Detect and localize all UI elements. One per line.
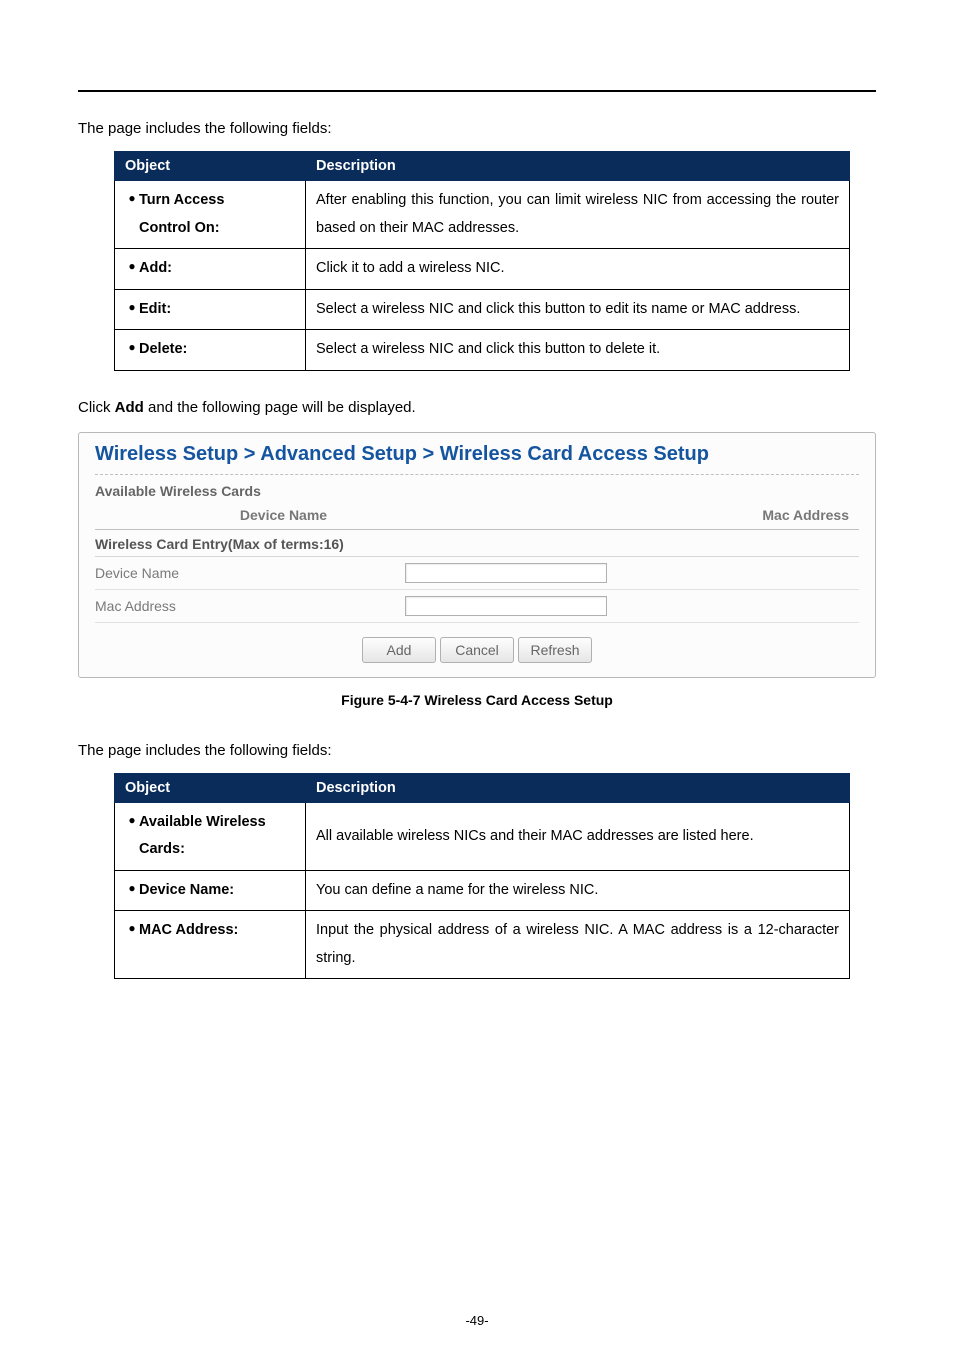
obj-label: Cards: [139, 836, 185, 864]
available-cards-title: Available Wireless Cards [95, 481, 859, 503]
table-row: ●Available Wireless Cards: All available… [115, 802, 850, 870]
th-description-1: Description [306, 152, 850, 181]
bullet-icon: ● [125, 296, 139, 314]
refresh-button[interactable]: Refresh [518, 637, 592, 663]
obj-label: Edit: [139, 296, 171, 324]
cancel-button[interactable]: Cancel [440, 637, 514, 663]
click-add-text: Click Add and the following page will be… [78, 399, 876, 416]
obj-label: Turn Access [139, 187, 224, 215]
table-row: ●MAC Address: Input the physical address… [115, 911, 850, 979]
fields-table-1: Object Description ●Turn Access Control … [114, 151, 850, 371]
bullet-icon: ● [125, 255, 139, 273]
th-object-1: Object [115, 152, 306, 181]
fields-table-2: Object Description ●Available Wireless C… [114, 773, 850, 980]
obj-desc: Input the physical address of a wireless… [306, 911, 850, 979]
device-name-label: Device Name [95, 565, 405, 581]
bullet-icon: ● [125, 809, 139, 827]
intro-text-2: The page includes the following fields: [78, 742, 876, 759]
obj-desc: Click it to add a wireless NIC. [306, 249, 850, 290]
obj-label: Device Name: [139, 877, 234, 905]
device-name-input[interactable] [405, 563, 607, 583]
breadcrumb: Wireless Setup > Advanced Setup > Wirele… [95, 443, 859, 475]
mac-address-label: Mac Address [95, 598, 405, 614]
table-row: ●Turn Access Control On: After enabling … [115, 181, 850, 249]
page-number: -49- [0, 1313, 954, 1328]
mac-address-input[interactable] [405, 596, 607, 616]
obj-desc: After enabling this function, you can li… [306, 181, 850, 249]
horizontal-rule [78, 90, 876, 92]
obj-desc: All available wireless NICs and their MA… [306, 802, 850, 870]
column-device-name: Device Name [95, 507, 472, 523]
table-row: ●Add: Click it to add a wireless NIC. [115, 249, 850, 290]
table-row: ●Edit: Select a wireless NIC and click t… [115, 289, 850, 330]
entry-title: Wireless Card Entry(Max of terms:16) [95, 530, 859, 557]
wireless-setup-panel: Wireless Setup > Advanced Setup > Wirele… [78, 432, 876, 678]
add-button[interactable]: Add [362, 637, 436, 663]
obj-label: Available Wireless [139, 809, 266, 837]
column-mac-address: Mac Address [472, 507, 859, 523]
bullet-icon: ● [125, 877, 139, 895]
th-description-2: Description [306, 773, 850, 802]
bullet-icon: ● [125, 187, 139, 205]
bullet-icon: ● [125, 917, 139, 935]
figure-caption: Figure 5-4-7 Wireless Card Access Setup [78, 692, 876, 708]
obj-desc: Select a wireless NIC and click this but… [306, 330, 850, 371]
obj-label: Add: [139, 255, 172, 283]
obj-desc: You can define a name for the wireless N… [306, 870, 850, 911]
bullet-icon: ● [125, 336, 139, 354]
intro-text-1: The page includes the following fields: [78, 120, 876, 137]
obj-label: MAC Address: [139, 917, 238, 945]
table-row: ●Device Name: You can define a name for … [115, 870, 850, 911]
obj-label: Delete: [139, 336, 187, 364]
th-object-2: Object [115, 773, 306, 802]
obj-desc: Select a wireless NIC and click this but… [306, 289, 850, 330]
obj-label: Control On: [139, 215, 220, 243]
table-row: ●Delete: Select a wireless NIC and click… [115, 330, 850, 371]
